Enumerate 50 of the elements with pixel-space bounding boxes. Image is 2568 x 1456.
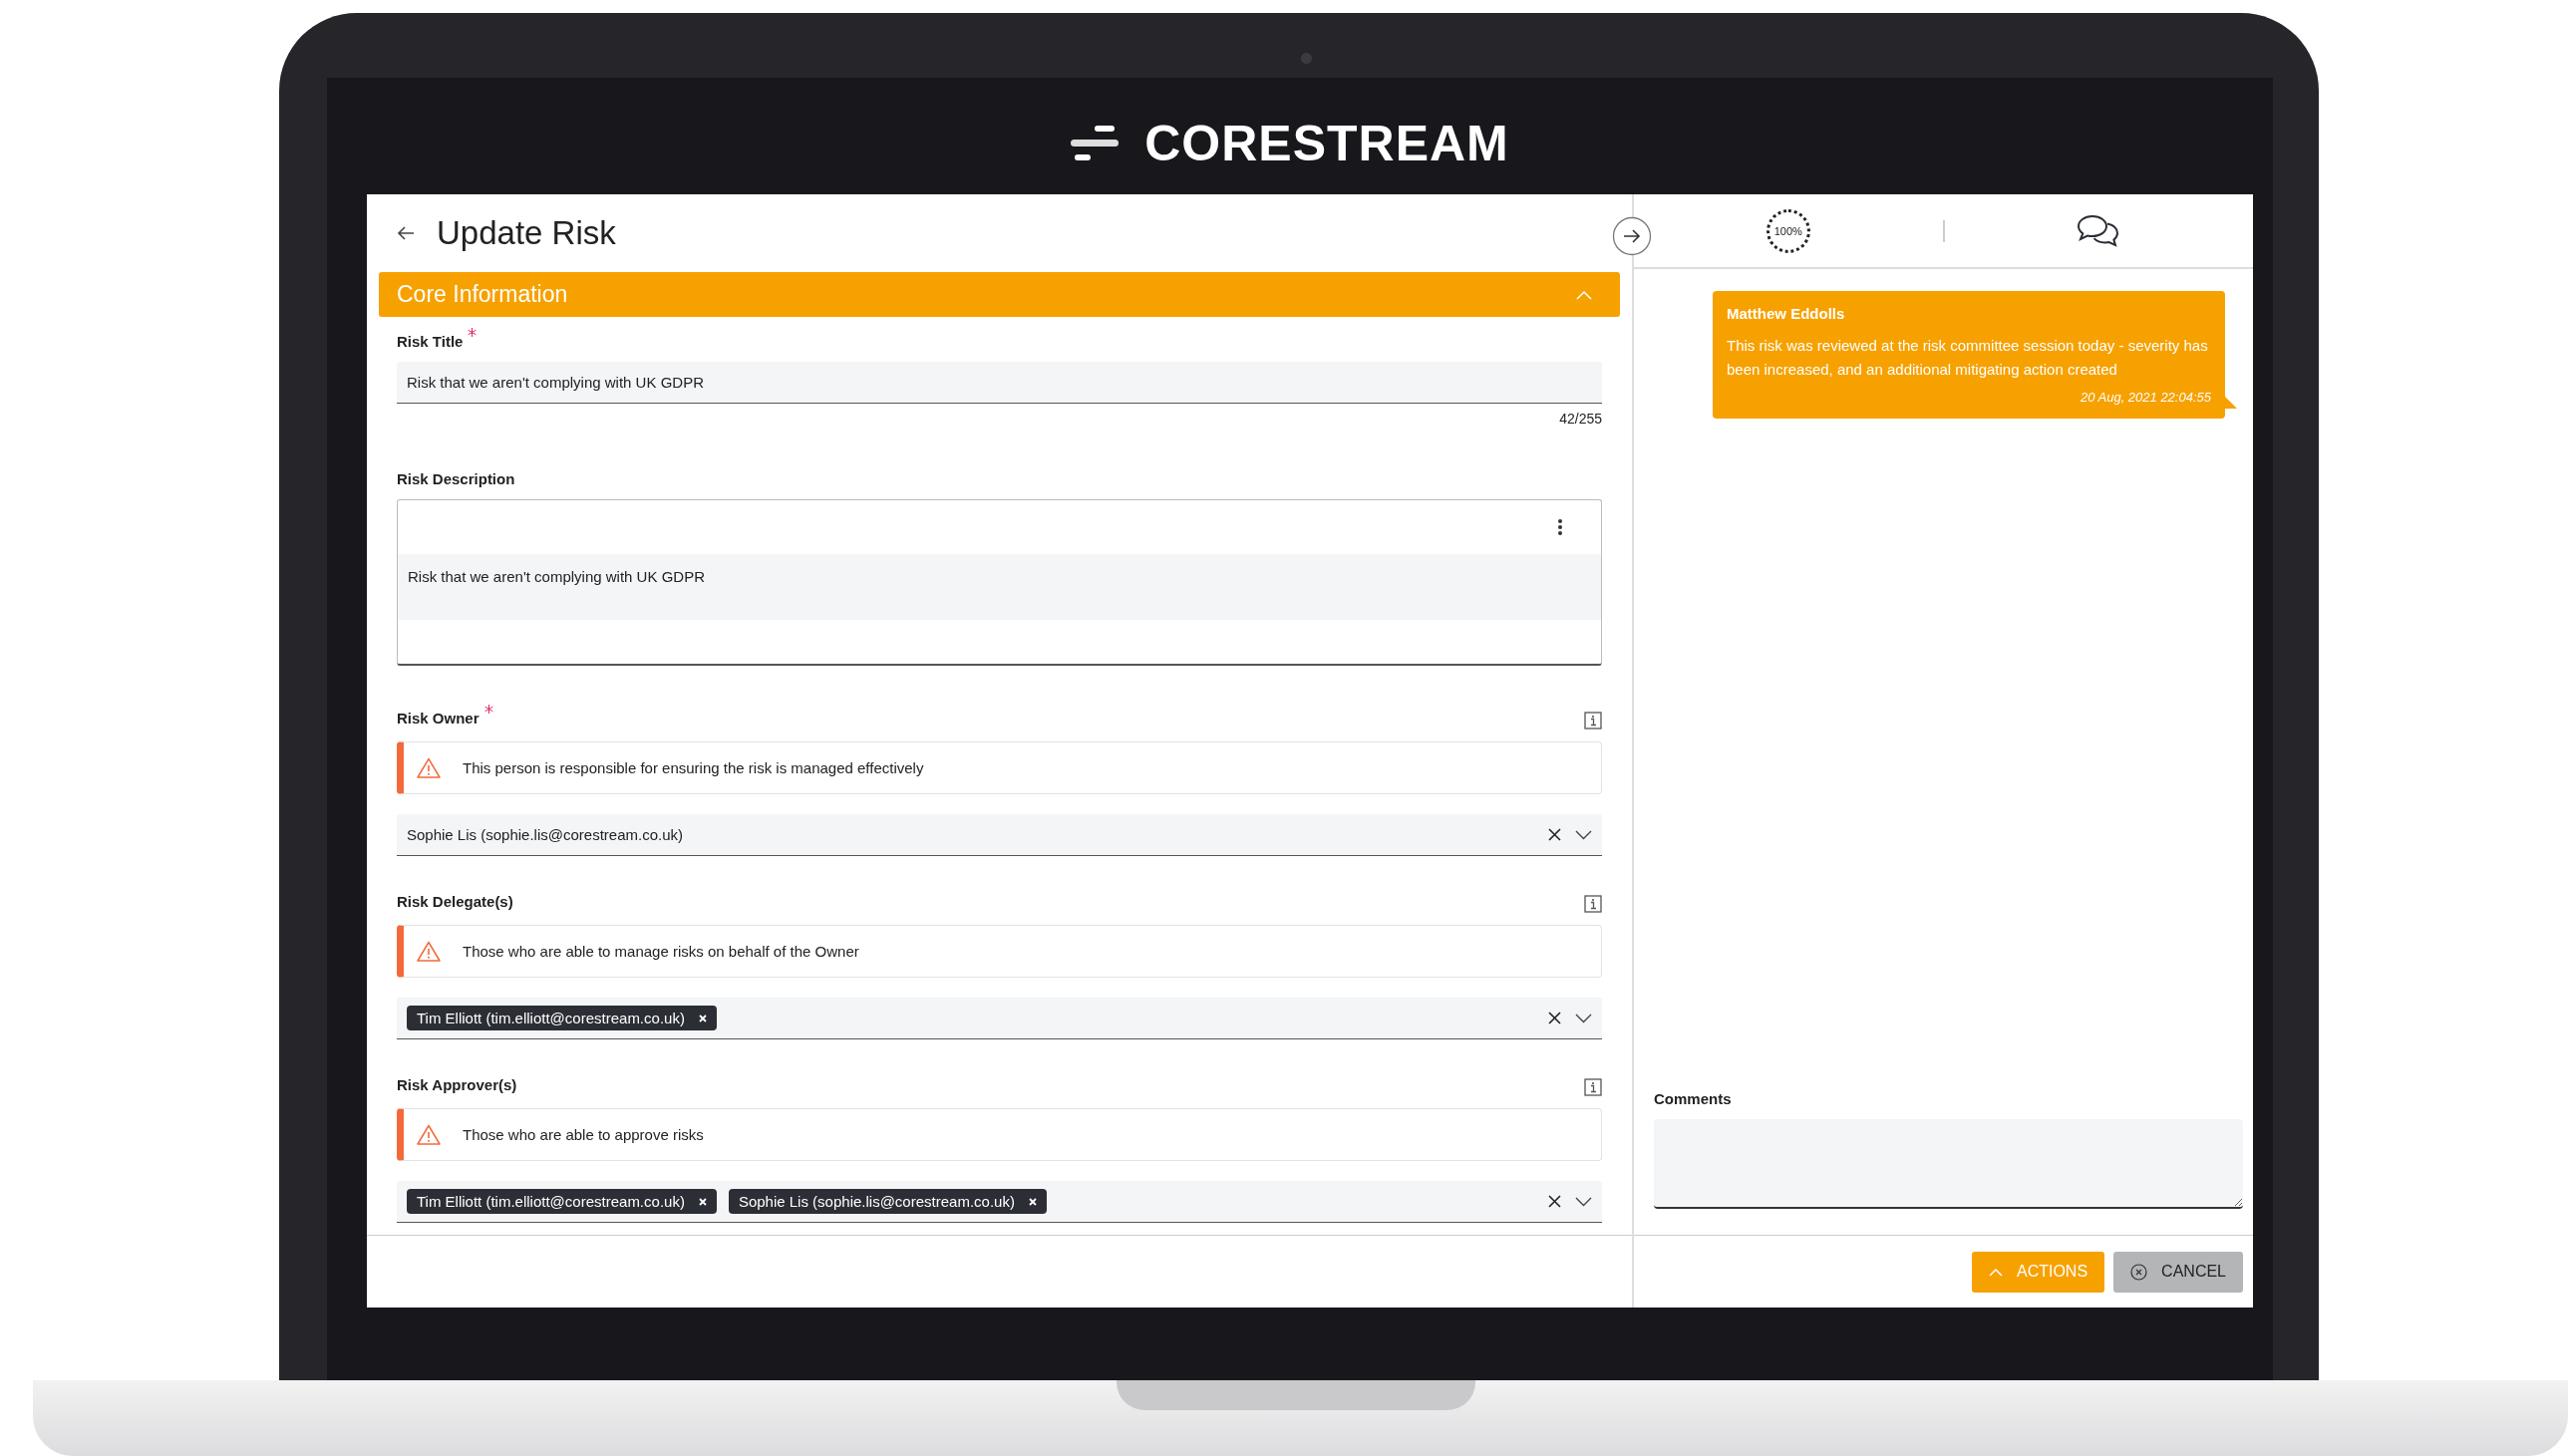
- rich-text-editor[interactable]: Risk that we aren't complying with UK GDPR: [397, 499, 1602, 666]
- field-label: Risk Description: [397, 470, 515, 487]
- logo-icon: [1071, 125, 1120, 161]
- character-counter: 42/255: [1559, 411, 1602, 427]
- more-options-icon[interactable]: [1557, 518, 1563, 536]
- clear-icon[interactable]: [1548, 828, 1561, 841]
- field-label: Risk Title: [397, 333, 464, 350]
- remove-icon[interactable]: [698, 1014, 707, 1022]
- remove-icon[interactable]: [698, 1197, 707, 1206]
- dropdown-caret-icon[interactable]: [1575, 829, 1592, 840]
- progress-indicator: 100%: [1766, 208, 1810, 253]
- comment-text: This risk was reviewed at the risk committee session today - severity has been increased, and an additional mitigating action created: [1727, 336, 2209, 380]
- hint-text: Those who are able to manage risks on behalf of the Owner: [463, 943, 859, 960]
- person-chip[interactable]: Tim Elliott (tim.elliott@corestream.co.uk): [407, 1189, 717, 1214]
- back-arrow-icon[interactable]: [397, 225, 415, 241]
- arrow-right-button[interactable]: [1612, 216, 1652, 256]
- select-field[interactable]: Sophie Lis (sophie.lis@corestream.co.uk): [397, 814, 1602, 856]
- info-icon[interactable]: [1584, 895, 1602, 913]
- dropdown-caret-icon[interactable]: [1575, 1013, 1592, 1023]
- dropdown-caret-icon[interactable]: [1575, 1196, 1592, 1207]
- remove-icon[interactable]: [1028, 1197, 1037, 1206]
- warning-icon: [417, 1124, 441, 1145]
- clear-icon[interactable]: [1548, 1195, 1561, 1208]
- field-label: Risk Owner: [397, 710, 480, 727]
- select-field[interactable]: Tim Elliott (tim.elliott@corestream.co.uk): [397, 998, 1602, 1039]
- close-circle-icon: [2130, 1263, 2148, 1281]
- logo-text: CORESTREAM: [1144, 114, 1509, 172]
- comments-label: Comments: [1654, 1090, 1733, 1107]
- comment-author: Matthew Eddolls: [1727, 305, 1846, 322]
- comments-field[interactable]: [1654, 1119, 2243, 1209]
- field-label: Risk Approver(s): [397, 1076, 517, 1093]
- person-chip[interactable]: Tim Elliott (tim.elliott@corestream.co.uk): [407, 1006, 717, 1030]
- page-title: Update Risk: [437, 214, 616, 252]
- text-field[interactable]: Risk that we aren't complying with UK GDPR: [397, 362, 1602, 404]
- field-label: Risk Delegate(s): [397, 893, 513, 910]
- hint-text: Those who are able to approve risks: [463, 1126, 704, 1143]
- clear-icon[interactable]: [1548, 1012, 1561, 1024]
- info-icon[interactable]: [1584, 1078, 1602, 1096]
- hint-text: This person is responsible for ensuring the risk is managed effectively: [463, 759, 924, 776]
- cancel-button[interactable]: CANCEL: [2113, 1251, 2243, 1293]
- chat-icon[interactable]: [2077, 213, 2121, 248]
- comment-time: 20 Aug, 2021 22:04:55: [2080, 390, 2211, 405]
- person-chip[interactable]: Sophie Lis (sophie.lis@corestream.co.uk): [728, 1189, 1047, 1214]
- caret-icon: [1988, 1267, 2003, 1277]
- select-field[interactable]: Tim Elliott (tim.elliott@corestream.co.uk) Sophie Lis (sophie.lis@corestream.co.uk): [397, 1181, 1602, 1223]
- info-icon[interactable]: [1584, 712, 1602, 729]
- warning-icon: [417, 757, 441, 778]
- warning-icon: [417, 941, 441, 962]
- description-text: Risk that we aren't complying with UK GDPR: [408, 568, 705, 585]
- selected-value: Sophie Lis (sophie.lis@corestream.co.uk): [407, 826, 683, 843]
